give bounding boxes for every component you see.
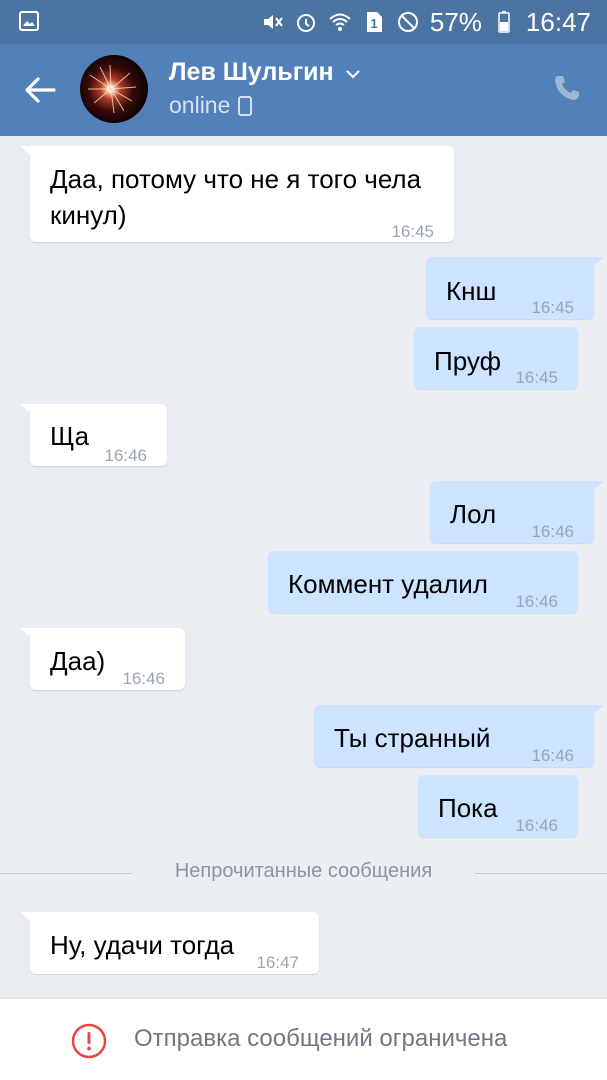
chevron-down-icon[interactable] — [345, 66, 361, 82]
restriction-text: Отправка сообщений ограничена — [134, 1025, 508, 1052]
message-text: Кнш — [446, 276, 497, 306]
message-bubble[interactable]: Ты странный 16:46 — [314, 705, 604, 767]
message-bubble[interactable]: Даа, потому что не я того чела кинул) 16… — [20, 146, 454, 242]
contact-name[interactable]: Лев Шульгин — [169, 58, 334, 87]
unread-divider: Непрочитанные сообщения — [0, 858, 607, 888]
message-time: 16:46 — [531, 746, 574, 765]
message-bubble[interactable]: Ну, удачи тогда 16:47 — [20, 912, 319, 974]
message-text: Даа, потому что не я того чела кинул) — [50, 164, 422, 230]
mobile-device-icon — [238, 95, 253, 116]
message-time: 16:46 — [531, 522, 574, 541]
message-bubble[interactable]: Даа) 16:46 — [20, 628, 185, 690]
message-text: Даа) — [50, 646, 106, 676]
message-text: Лол — [450, 499, 497, 529]
message-bubble[interactable]: Лол 16:46 — [430, 481, 604, 543]
message-bubble[interactable]: Пока 16:46 — [418, 775, 578, 837]
phone-call-icon[interactable] — [551, 72, 583, 104]
warning-icon — [71, 1023, 107, 1059]
message-bubble[interactable]: Коммент удалил 16:46 — [268, 551, 578, 613]
bubble-tail — [590, 257, 604, 269]
bubble-tail — [20, 146, 34, 158]
bubble-tail — [20, 628, 34, 640]
battery-percent: 57% — [429, 7, 482, 37]
back-arrow-icon[interactable] — [20, 70, 60, 110]
online-status-text: online — [169, 92, 231, 118]
sim-1-icon: 1 — [366, 12, 382, 32]
bubble-tail — [590, 481, 604, 493]
unread-label: Непрочитанные сообщения — [174, 860, 433, 882]
message-time: 16:46 — [515, 816, 558, 835]
message-text: Пока — [438, 793, 498, 823]
message-time: 16:45 — [531, 298, 574, 317]
message-time: 16:46 — [515, 592, 558, 611]
message-text: Ща — [50, 421, 90, 451]
wifi-icon — [329, 13, 351, 31]
avatar[interactable] — [80, 55, 148, 123]
status-bar: 1 57% 16:47 — [0, 0, 607, 44]
message-text: Ну, удачи тогда — [50, 930, 235, 960]
do-not-disturb-icon — [397, 12, 418, 32]
svg-text:1: 1 — [370, 16, 377, 31]
battery-icon — [498, 11, 510, 33]
message-text: Пруф — [434, 346, 501, 376]
message-time: 16:46 — [104, 446, 147, 465]
message-text: Коммент удалил — [288, 569, 488, 599]
message-restricted-bar: Отправка сообщений ограничена — [0, 998, 607, 1080]
message-time: 16:45 — [391, 222, 434, 241]
bubble-tail — [590, 705, 604, 717]
message-time: 16:46 — [122, 669, 165, 688]
message-text: Ты странный — [334, 723, 491, 753]
message-bubble[interactable]: Ща 16:46 — [20, 404, 167, 466]
message-bubble[interactable]: Кнш 16:45 — [426, 257, 604, 319]
message-time: 16:45 — [515, 368, 558, 387]
bubble-tail — [20, 404, 34, 416]
sparkler-image — [88, 64, 137, 114]
message-time: 16:47 — [256, 953, 299, 972]
bubble-tail — [20, 912, 34, 924]
mute-icon — [263, 15, 283, 29]
alarm-icon — [296, 14, 315, 32]
clock: 16:47 — [525, 7, 591, 37]
gallery-icon — [19, 11, 39, 31]
message-bubble[interactable]: Пруф 16:45 — [414, 327, 578, 389]
chat-header: Лев Шульгин online — [0, 44, 607, 136]
online-status: online — [169, 92, 253, 119]
